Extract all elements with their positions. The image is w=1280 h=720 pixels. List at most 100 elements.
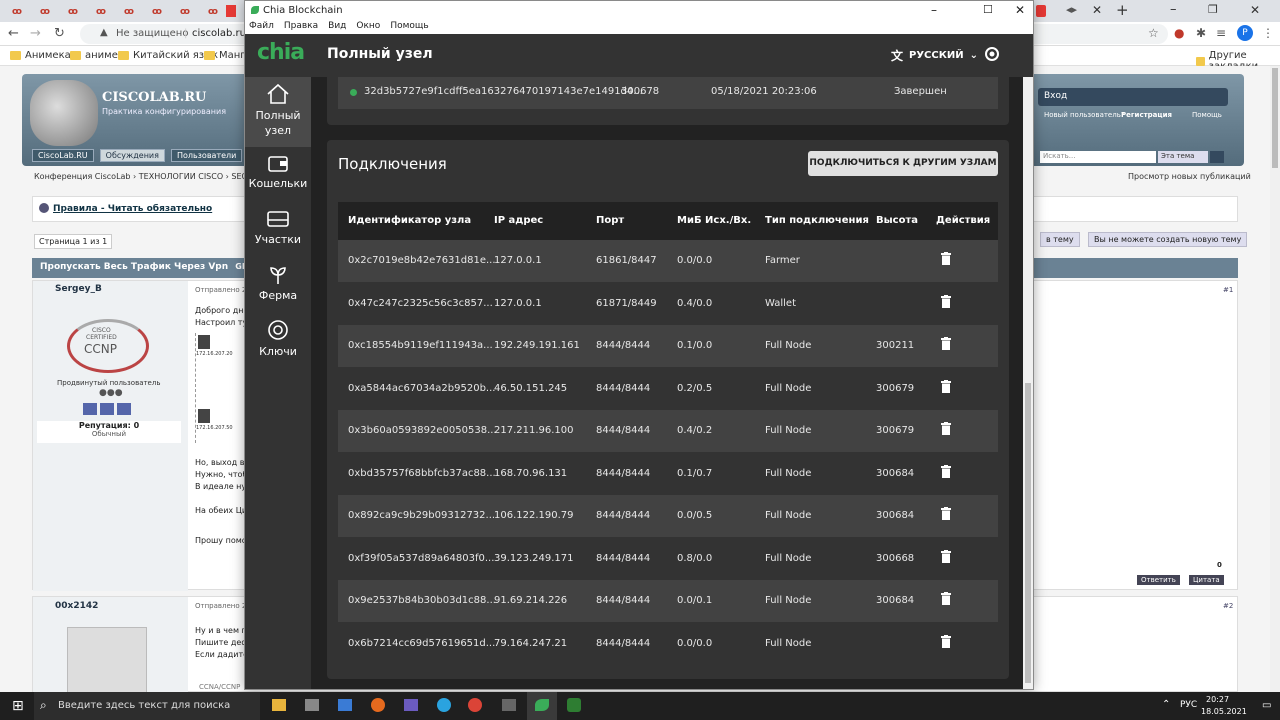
app-icon[interactable] — [567, 698, 581, 712]
search-scope-select[interactable]: Эта тема — [1158, 151, 1208, 163]
clock-date[interactable]: 18.05.2021 — [1201, 707, 1247, 716]
page-scroll-thumb[interactable] — [1272, 68, 1278, 168]
menu-view[interactable]: Вид — [328, 21, 346, 34]
report-icon[interactable] — [117, 403, 131, 415]
menu-help[interactable]: Помощь — [390, 21, 428, 34]
nav-farm[interactable]: Ферма — [245, 263, 311, 311]
windows-start-icon[interactable]: ⊞ — [12, 698, 24, 714]
window-close-icon[interactable]: ✕ — [1015, 3, 1025, 17]
connection-row[interactable]: 0xbd35757f68bbfcb37ac88... 168.70.96.131 8… — [338, 452, 998, 495]
delete-icon[interactable] — [941, 634, 951, 648]
rules-link[interactable]: Правила - Читать обязательно — [53, 204, 212, 214]
language-selector[interactable]: 文 РУССКИЙ ⌄ — [891, 47, 978, 64]
nav-tab[interactable]: Обсуждения — [99, 149, 165, 162]
app-icon[interactable] — [371, 698, 385, 712]
delete-icon[interactable] — [941, 294, 951, 308]
minimize-icon[interactable]: – — [1170, 2, 1177, 17]
chia-taskbar-button[interactable] — [527, 692, 557, 720]
maximize-icon[interactable]: ❐ — [1208, 3, 1218, 16]
delete-icon[interactable] — [941, 592, 951, 605]
connection-row[interactable]: 0xa5844ac67034a2b9520b... 46.50.151.245 84… — [338, 367, 998, 410]
connection-row[interactable]: 0x3b60a0593892e0050538... 217.211.96.100 8… — [338, 410, 998, 452]
forum-search-input[interactable]: Искать... — [1040, 151, 1156, 163]
new-tab-icon[interactable]: + — [1116, 1, 1129, 19]
new-posts-link[interactable]: Просмотр новых публикаций — [1128, 172, 1251, 181]
explorer-icon[interactable] — [272, 699, 286, 711]
browser-menu-icon[interactable]: ⋮ — [1262, 26, 1274, 40]
browser-tab[interactable]: ꝏ — [200, 3, 226, 20]
extension-icon[interactable]: ● — [1174, 26, 1184, 40]
delete-icon[interactable] — [941, 252, 951, 265]
author-name[interactable]: Sergey_B — [55, 284, 102, 294]
app-scrollbar[interactable] — [1023, 77, 1033, 689]
menu-file[interactable]: Файл — [249, 21, 274, 34]
browser-tab[interactable]: ꝏ — [144, 3, 170, 20]
window-close-icon[interactable]: ✕ — [1250, 3, 1260, 17]
delete-icon[interactable] — [941, 422, 951, 435]
author-name[interactable]: 00x2142 — [55, 601, 98, 611]
mail-icon[interactable] — [338, 699, 352, 711]
back-icon[interactable]: ← — [8, 26, 19, 41]
delete-icon[interactable] — [941, 549, 951, 563]
youtube-tab-icon[interactable] — [1036, 5, 1046, 17]
media-tab-icon[interactable]: ◂▸ — [1066, 3, 1077, 16]
reading-list-icon[interactable]: ≡ — [1216, 26, 1226, 40]
forward-icon[interactable]: → — [30, 26, 41, 41]
reply-button[interactable]: Ответить — [1137, 575, 1180, 585]
browser-tab[interactable]: ꝏ — [4, 3, 30, 20]
reload-icon[interactable]: ↻ — [54, 26, 65, 41]
taskbar-search[interactable]: ⌕ Введите здесь текст для поиска — [34, 692, 260, 720]
reply-topic-button[interactable]: в тему — [1040, 232, 1080, 247]
theme-toggle-icon[interactable] — [984, 46, 1000, 62]
cannot-create-button[interactable]: Вы не можете создать новую тему — [1088, 232, 1248, 247]
app-scroll-thumb[interactable] — [1025, 383, 1031, 683]
menu-window[interactable]: Окно — [356, 21, 380, 34]
notification-icon[interactable]: ▭ — [1262, 700, 1271, 711]
browser-tab[interactable]: ꝏ — [116, 3, 142, 20]
nav-wallets[interactable]: Кошельки — [245, 153, 311, 199]
browser-tab[interactable]: ꝏ — [88, 3, 114, 20]
forum-search-icon[interactable] — [1210, 151, 1224, 163]
menu-edit[interactable]: Правка — [284, 21, 318, 34]
delete-icon[interactable] — [941, 379, 951, 393]
page-scrollbar[interactable] — [1270, 66, 1280, 692]
nav-plots[interactable]: Участки — [245, 209, 311, 255]
store-icon[interactable] — [305, 699, 319, 711]
message-icon[interactable] — [100, 403, 114, 415]
nav-keys[interactable]: Ключи — [245, 319, 311, 367]
delete-icon[interactable] — [941, 337, 951, 350]
window-minimize-icon[interactable]: – — [931, 3, 937, 17]
breadcrumb[interactable]: Конференция CiscoLab › ТЕХНОЛОГИИ CISCO … — [34, 172, 253, 181]
vs-icon[interactable] — [404, 699, 418, 711]
language-indicator[interactable]: РУС — [1180, 700, 1197, 710]
nav-tab[interactable]: Пользователи — [170, 149, 243, 162]
connect-to-nodes-button[interactable]: ПОДКЛЮЧИТЬСЯ К ДРУГИМ УЗЛАМ — [808, 151, 998, 176]
login-button[interactable]: Вход — [1038, 88, 1228, 106]
bookmark-item[interactable]: аниме — [70, 50, 118, 61]
connection-row[interactable]: 0x2c7019e8b42e7631d81e... 127.0.0.1 61861/… — [338, 240, 998, 282]
register-link[interactable]: Регистрация — [1121, 111, 1172, 119]
connection-row[interactable]: 0x9e2537b84b30b03d1c88... 91.69.214.226 84… — [338, 580, 998, 622]
connection-row[interactable]: 0x892ca9c9b29b09312732... 106.122.190.79 8… — [338, 495, 998, 537]
delete-icon[interactable] — [941, 507, 951, 520]
profile-icon[interactable] — [83, 403, 97, 415]
quote-button[interactable]: Цитата — [1189, 575, 1224, 585]
nav-full-node[interactable]: Полный узел — [245, 77, 311, 147]
help-link[interactable]: Помощь — [1192, 111, 1222, 119]
connection-row[interactable]: 0xc18554b9119ef111943a... 192.249.191.161… — [338, 325, 998, 367]
block-row[interactable]: 32d3b5727e9f1cdff5ea163276470197143e7e14… — [338, 77, 998, 109]
tray-chevron-icon[interactable]: ⌃ — [1162, 699, 1170, 710]
nav-tab[interactable]: CiscoLab.RU — [32, 149, 94, 162]
browser-tab[interactable]: ꝏ — [172, 3, 198, 20]
app-icon[interactable] — [502, 699, 516, 711]
bookmark-item[interactable]: Анимека — [10, 50, 71, 61]
extensions-puzzle-icon[interactable]: ✱ — [1196, 26, 1206, 40]
chrome-icon[interactable] — [468, 698, 482, 712]
connection-row[interactable]: 0xf39f05a537d89a64803f0... 39.123.249.171… — [338, 537, 998, 580]
window-maximize-icon[interactable]: ☐ — [983, 3, 993, 16]
profile-avatar[interactable]: P — [1237, 25, 1253, 41]
clock-time[interactable]: 20:27 — [1206, 695, 1229, 704]
telegram-icon[interactable] — [437, 698, 451, 712]
delete-icon[interactable] — [941, 464, 951, 478]
browser-tab[interactable]: ꝏ — [32, 3, 58, 20]
